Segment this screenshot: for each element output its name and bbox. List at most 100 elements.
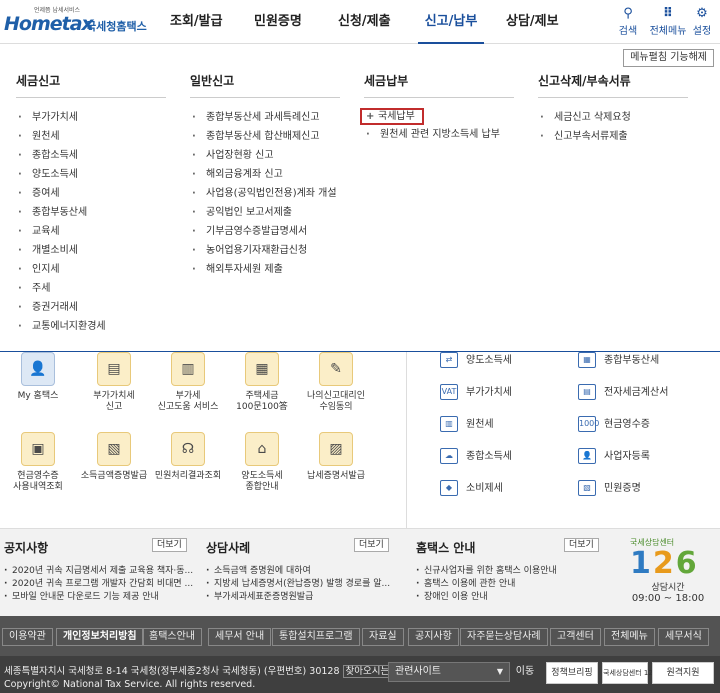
menu-item[interactable]: 인지세 xyxy=(16,260,166,279)
tax-link[interactable]: VAT 부가가치세 xyxy=(440,384,512,402)
menu-item[interactable]: 종합부동산세 과세특례신고 xyxy=(190,108,340,127)
menu-column-general-report: 일반신고 종합부동산세 과세특례신고 종합부동산세 합산배제신고 사업장현황 신… xyxy=(190,72,340,279)
more-button[interactable]: 더보기 xyxy=(564,538,599,552)
tax-link[interactable]: ◆ 소비제세 xyxy=(440,480,503,498)
menu-item[interactable]: 원천세 관련 지방소득세 납부 xyxy=(364,125,514,144)
policy-briefing-badge[interactable]: 정책브리핑 xyxy=(546,662,598,684)
footer-tax-forms[interactable]: 세무서식 xyxy=(658,628,709,646)
board-item[interactable]: 2020년 귀속 지급명세서 제출 교육용 책자·동... xyxy=(4,565,193,578)
board-item[interactable]: 홈택스 이용에 관한 안내 xyxy=(416,578,596,591)
footer-info: 세종특별자치시 국세청로 8-14 국세청(정부세종2청사 국세청동) (우편번… xyxy=(0,656,720,693)
menu-item[interactable]: 신고부속서류제출 xyxy=(538,127,688,146)
quick-label: 납세증명서발급 xyxy=(307,471,365,481)
nav-consult[interactable]: 상담/제보 xyxy=(484,0,559,44)
menu-item[interactable]: 기부금영수증발급명세서 xyxy=(190,222,340,241)
menu-item[interactable]: 교통에너지환경세 xyxy=(16,317,166,336)
hometax-logo[interactable]: 언제쯤 납세서비스 Hometax 국세청홈택스 xyxy=(4,5,147,39)
menu-item[interactable]: 공익법인 보고서제출 xyxy=(190,203,340,222)
nav-report-pay[interactable]: 신고/납부 xyxy=(418,0,484,44)
more-button[interactable]: 더보기 xyxy=(152,538,187,552)
menu-item-national-tax-payment[interactable]: 국세납부 xyxy=(360,108,424,125)
menu-item[interactable]: 농어업용기자재환급신청 xyxy=(190,241,340,260)
notice-area: 공지사항 더보기 2020년 귀속 지급명세서 제출 교육용 책자·동... 2… xyxy=(0,528,720,616)
menu-item[interactable]: 세금신고 삭제요청 xyxy=(538,108,688,127)
footer-tax-office[interactable]: 세무서 안내 xyxy=(208,628,272,646)
transfer-icon: ⇄ xyxy=(440,352,458,368)
go-button[interactable]: 이동 xyxy=(512,662,538,682)
quick-housing-tax[interactable]: ▦ 주택세금 100문100答 xyxy=(224,352,300,413)
board-item[interactable]: 소득금액 증명원에 대하여 xyxy=(206,565,386,578)
call-center-badge[interactable]: 국세상담센터 126 xyxy=(602,662,657,684)
header: 언제쯤 납세서비스 Hometax 국세청홈택스 조회/발급 민원증명 신청/제… xyxy=(0,0,720,44)
footer-terms[interactable]: 이용약관 xyxy=(2,628,53,646)
footer-faq[interactable]: 자주묻는상담사례 xyxy=(460,628,548,646)
menu-item[interactable]: 증여세 xyxy=(16,184,166,203)
document-icon: ▧ xyxy=(578,480,596,496)
quick-my-hometax[interactable]: 👤 My 홈택스 xyxy=(0,352,76,402)
tax-link[interactable]: ▧ 민원증명 xyxy=(578,480,641,498)
column-title: 세금신고 xyxy=(16,72,166,98)
board-item[interactable]: 신규사업자를 위한 홈택스 이용안내 xyxy=(416,565,596,578)
menu-item[interactable]: 사업장현황 신고 xyxy=(190,146,340,165)
footer-customer-center[interactable]: 고객센터 xyxy=(550,628,601,646)
footer-privacy[interactable]: 개인정보처리방침 xyxy=(56,628,144,646)
quick-income-cert[interactable]: ▧ 소득금액증명발급 xyxy=(76,432,152,482)
menu-item[interactable]: 해외금융계좌 신고 xyxy=(190,165,340,184)
tax-link[interactable]: ▦ 종합부동산세 xyxy=(578,352,659,370)
logo-main: Hometax xyxy=(4,13,94,35)
remote-support-button[interactable]: 원격지원 xyxy=(652,662,714,684)
tax-link[interactable]: ▥ 원천세 xyxy=(440,416,494,434)
more-button[interactable]: 더보기 xyxy=(354,538,389,552)
footer-hometax-guide[interactable]: 홈택스안내 xyxy=(142,628,202,646)
footer-notice[interactable]: 공지사항 xyxy=(408,628,459,646)
quick-civil-result[interactable]: ☊ 민원처리결과조회 xyxy=(150,432,226,482)
tax-link[interactable]: 1000 현금영수증 xyxy=(578,416,650,434)
board-item[interactable]: 2020년 귀속 프로그램 개발자 간담회 비대면 ... xyxy=(4,578,193,591)
nav-lookup[interactable]: 조회/발급 xyxy=(170,0,250,44)
quick-label: 소득금액증명발급 xyxy=(80,471,148,481)
menu-item[interactable]: 원천세 xyxy=(16,127,166,146)
menu-item[interactable]: 종합부동산세 합산배제신고 xyxy=(190,127,340,146)
income-icon: ☁ xyxy=(440,448,458,464)
settings-button[interactable]: ⚙ 설정 xyxy=(684,6,720,37)
menu-item[interactable]: 주세 xyxy=(16,279,166,298)
menu-item[interactable]: 종합부동산세 xyxy=(16,203,166,222)
menu-item[interactable]: 양도소득세 xyxy=(16,165,166,184)
menu-item[interactable]: 증권거래세 xyxy=(16,298,166,317)
nav-certificates[interactable]: 민원증명 xyxy=(250,0,332,44)
board-item[interactable]: 부가세과세표준증명원발급 xyxy=(206,591,386,604)
board-item[interactable]: 장애인 이용 안내 xyxy=(416,591,596,604)
stamp-doc-icon: ▨ xyxy=(319,432,353,466)
quick-vat-report[interactable]: ▤ 부가가치세 신고 xyxy=(76,352,152,413)
tax-link[interactable]: ☁ 종합소득세 xyxy=(440,448,512,466)
tax-link[interactable]: ▤ 전자세금계산서 xyxy=(578,384,668,402)
footer-install[interactable]: 통합설치프로그램 xyxy=(272,628,360,646)
quick-agent-consent[interactable]: ✎ 나의신고대리인 수임동의 xyxy=(298,352,374,413)
menu-item[interactable]: 사업용(공익법인전용)계좌 개설 xyxy=(190,184,340,203)
settings-label: 설정 xyxy=(692,26,712,37)
cert-icon: ▧ xyxy=(97,432,131,466)
menu-expand-toggle[interactable]: 메뉴펼침 기능해제 xyxy=(623,49,714,67)
board-item[interactable]: 모바일 안내문 다운로드 기능 제공 안내 xyxy=(4,591,184,604)
menu-item[interactable]: 교육세 xyxy=(16,222,166,241)
tax-link[interactable]: ⇄ 양도소득세 xyxy=(440,352,512,370)
quick-transfer-guide[interactable]: ⌂ 양도소득세 종합안내 xyxy=(224,432,300,493)
search-button[interactable]: ⚲ 검색 xyxy=(606,6,650,37)
tax-link[interactable]: 👤 사업자등록 xyxy=(578,448,650,466)
board-item[interactable]: 지방세 납세증명서(완납증명) 발행 경로를 알... xyxy=(206,578,390,591)
logo-sub: 국세청홈택스 xyxy=(86,20,147,33)
footer-all-menu[interactable]: 전체메뉴 xyxy=(604,628,655,646)
menu-item[interactable]: 종합소득세 xyxy=(16,146,166,165)
call-center[interactable]: 국세상담센터 126 상담시간 09:00 ~ 18:00 xyxy=(630,537,716,604)
menu-item[interactable]: 개별소비세 xyxy=(16,241,166,260)
menu-item[interactable]: 부가가치세 xyxy=(16,108,166,127)
quick-label: 현금영수증 사용내역조회 xyxy=(13,471,63,492)
related-sites-select[interactable]: 관련사이트 ▼ xyxy=(388,662,510,682)
quick-cash-receipt[interactable]: ▣ 현금영수증 사용내역조회 xyxy=(0,432,76,493)
quick-tax-cert[interactable]: ▨ 납세증명서발급 xyxy=(298,432,374,482)
nav-apply-submit[interactable]: 신청/제출 xyxy=(332,0,418,44)
menu-item[interactable]: 해외투자세원 제출 xyxy=(190,260,340,279)
quick-vat-help[interactable]: ▥ 부가세 신고도움 서비스 xyxy=(150,352,226,413)
footer-library[interactable]: 자료실 xyxy=(362,628,404,646)
quick-services: 👤 My 홈택스 ▤ 부가가치세 신고 ▥ 부가세 신고도움 서비스 ▦ 주택세… xyxy=(0,352,720,528)
